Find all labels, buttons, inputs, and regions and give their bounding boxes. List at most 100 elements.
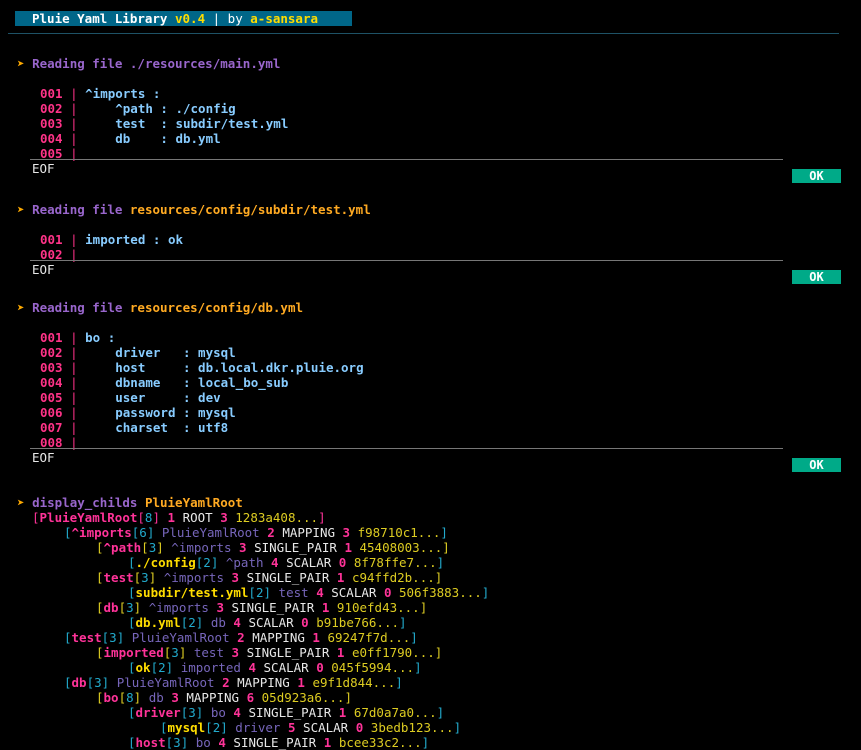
node-type: SCALAR	[331, 585, 377, 600]
tree-bracket-close: ]	[434, 645, 443, 660]
line-text: ^imports :	[85, 86, 161, 101]
file-path: resources/config/subdir/test.yml	[129, 202, 371, 217]
tree-node: [ok[2] imported 4 SCALAR 0 045f5994...]	[128, 660, 422, 675]
ok-badge: OK	[792, 270, 841, 284]
node-depth: 1	[297, 675, 305, 690]
tree-bracket: ]	[148, 570, 164, 585]
node-parent: driver	[235, 720, 281, 735]
node-level: 3	[216, 600, 224, 615]
tree-bracket: ]	[165, 660, 181, 675]
node-hash: b91be766...	[316, 615, 400, 630]
node-count: 3	[126, 600, 134, 615]
node-hash: e9f1d844...	[312, 675, 396, 690]
node-level: 3	[231, 570, 240, 585]
file-path: ./resources/main.yml	[129, 56, 281, 71]
arrow-icon: ➤	[17, 300, 25, 315]
node-name: db	[71, 675, 87, 690]
node-name: mysql	[167, 720, 206, 735]
tree-bracket-open: [	[64, 630, 72, 645]
ok-badge: OK	[792, 458, 841, 472]
node-name: ^imports	[71, 525, 132, 540]
line-number: 002	[40, 101, 63, 116]
node-name: subdir/test.yml	[135, 585, 249, 600]
tree-node: [imported[3] test 3 SINGLE_PAIR 1 e0ff17…	[96, 645, 442, 660]
tree-bracket: ]	[195, 705, 211, 720]
code-line: 007 | charset : utf8	[40, 420, 228, 435]
tree-bracket: ]	[263, 585, 279, 600]
node-depth: 1	[336, 645, 345, 660]
tree-bracket-open: [	[64, 525, 72, 540]
tree-bracket-close: ]	[442, 540, 450, 555]
node-level: 2	[267, 525, 275, 540]
arrow-icon: ➤	[17, 495, 25, 510]
line-gutter: |	[62, 330, 86, 345]
tree-bracket: [	[137, 510, 145, 525]
node-hash: 67d0a7a0...	[353, 705, 437, 720]
eof-marker: EOF	[32, 450, 55, 465]
eof-text: EOF	[32, 262, 55, 277]
tree-bracket: [	[86, 675, 95, 690]
node-name: driver	[135, 705, 181, 720]
tree-bracket: ]	[116, 630, 132, 645]
node-hash: 506f3883...	[399, 585, 482, 600]
line-text: user : dev	[85, 390, 221, 405]
tree-bracket-close: ]	[410, 630, 418, 645]
tree-bracket: ]	[195, 615, 211, 630]
tree-bracket-open: [	[96, 690, 104, 705]
node-hash: 910efd43...	[336, 600, 420, 615]
ok-badge: OK	[792, 169, 841, 183]
banner-divider	[8, 33, 839, 34]
node-parent: ^imports	[148, 600, 209, 615]
line-gutter: |	[62, 345, 86, 360]
node-type: SCALAR	[248, 615, 294, 630]
tree-bracket: [	[150, 660, 159, 675]
node-name: ok	[135, 660, 151, 675]
node-depth: 6	[246, 690, 255, 705]
node-name: imported	[103, 645, 164, 660]
node-hash: 69247f7d...	[327, 630, 411, 645]
line-gutter: |	[62, 420, 86, 435]
code-line: 003 | test : subdir/test.yml	[40, 116, 288, 131]
tree-node: [db.yml[2] db 4 SCALAR 0 b91be766...]	[128, 615, 407, 630]
node-hash: c94ffd2b...	[351, 570, 435, 585]
tree-bracket-open: [	[128, 660, 136, 675]
tree-node: [./config[2] ^path 4 SCALAR 0 8f78ffe7..…	[128, 555, 444, 570]
tree-bracket-open: [	[128, 585, 136, 600]
tree-node: [test[3] ^imports 3 SINGLE_PAIR 1 c94ffd…	[96, 570, 442, 585]
node-count: 8	[126, 690, 134, 705]
node-type: ROOT	[182, 510, 213, 525]
tree-node: [bo[8] db 3 MAPPING 6 05d923a6...]	[96, 690, 352, 705]
line-gutter: |	[62, 131, 86, 146]
node-depth: 3	[220, 510, 228, 525]
tree-bracket: [	[248, 585, 256, 600]
node-type: MAPPING	[237, 675, 290, 690]
node-level: 4	[233, 615, 241, 630]
node-name: PluieYamlRoot	[39, 510, 138, 525]
line-gutter: |	[62, 101, 86, 116]
node-level: 5	[287, 720, 296, 735]
node-type: MAPPING	[186, 690, 240, 705]
eof-marker: EOF	[32, 262, 55, 277]
node-parent: imported	[180, 660, 241, 675]
tree-bracket-close: ]	[344, 690, 352, 705]
tree-node: [driver[3] bo 4 SINGLE_PAIR 1 67d0a7a0..…	[128, 705, 444, 720]
banner-title: Pluie Yaml Library	[32, 11, 175, 26]
tree-bracket-open: [	[96, 570, 104, 585]
node-depth: 0	[316, 660, 324, 675]
node-count: 3	[188, 705, 196, 720]
tree-bracket: ]	[133, 690, 149, 705]
line-text: host : db.local.dkr.pluie.org	[85, 360, 364, 375]
node-type: SINGLE_PAIR	[246, 645, 330, 660]
display-command: display_childs	[32, 495, 138, 510]
tree-bracket-open: [	[96, 540, 104, 555]
tree-bracket-close: ]	[434, 570, 443, 585]
line-text: driver : mysql	[85, 345, 236, 360]
line-gutter: |	[62, 375, 86, 390]
node-type: SCALAR	[286, 555, 332, 570]
node-level: 4	[271, 555, 279, 570]
display-root: PluieYamlRoot	[144, 495, 243, 510]
line-gutter: |	[62, 360, 86, 375]
code-line: 005 | user : dev	[40, 390, 221, 405]
tree-bracket-close: ]	[419, 600, 428, 615]
reading-label: Reading file	[32, 202, 123, 217]
